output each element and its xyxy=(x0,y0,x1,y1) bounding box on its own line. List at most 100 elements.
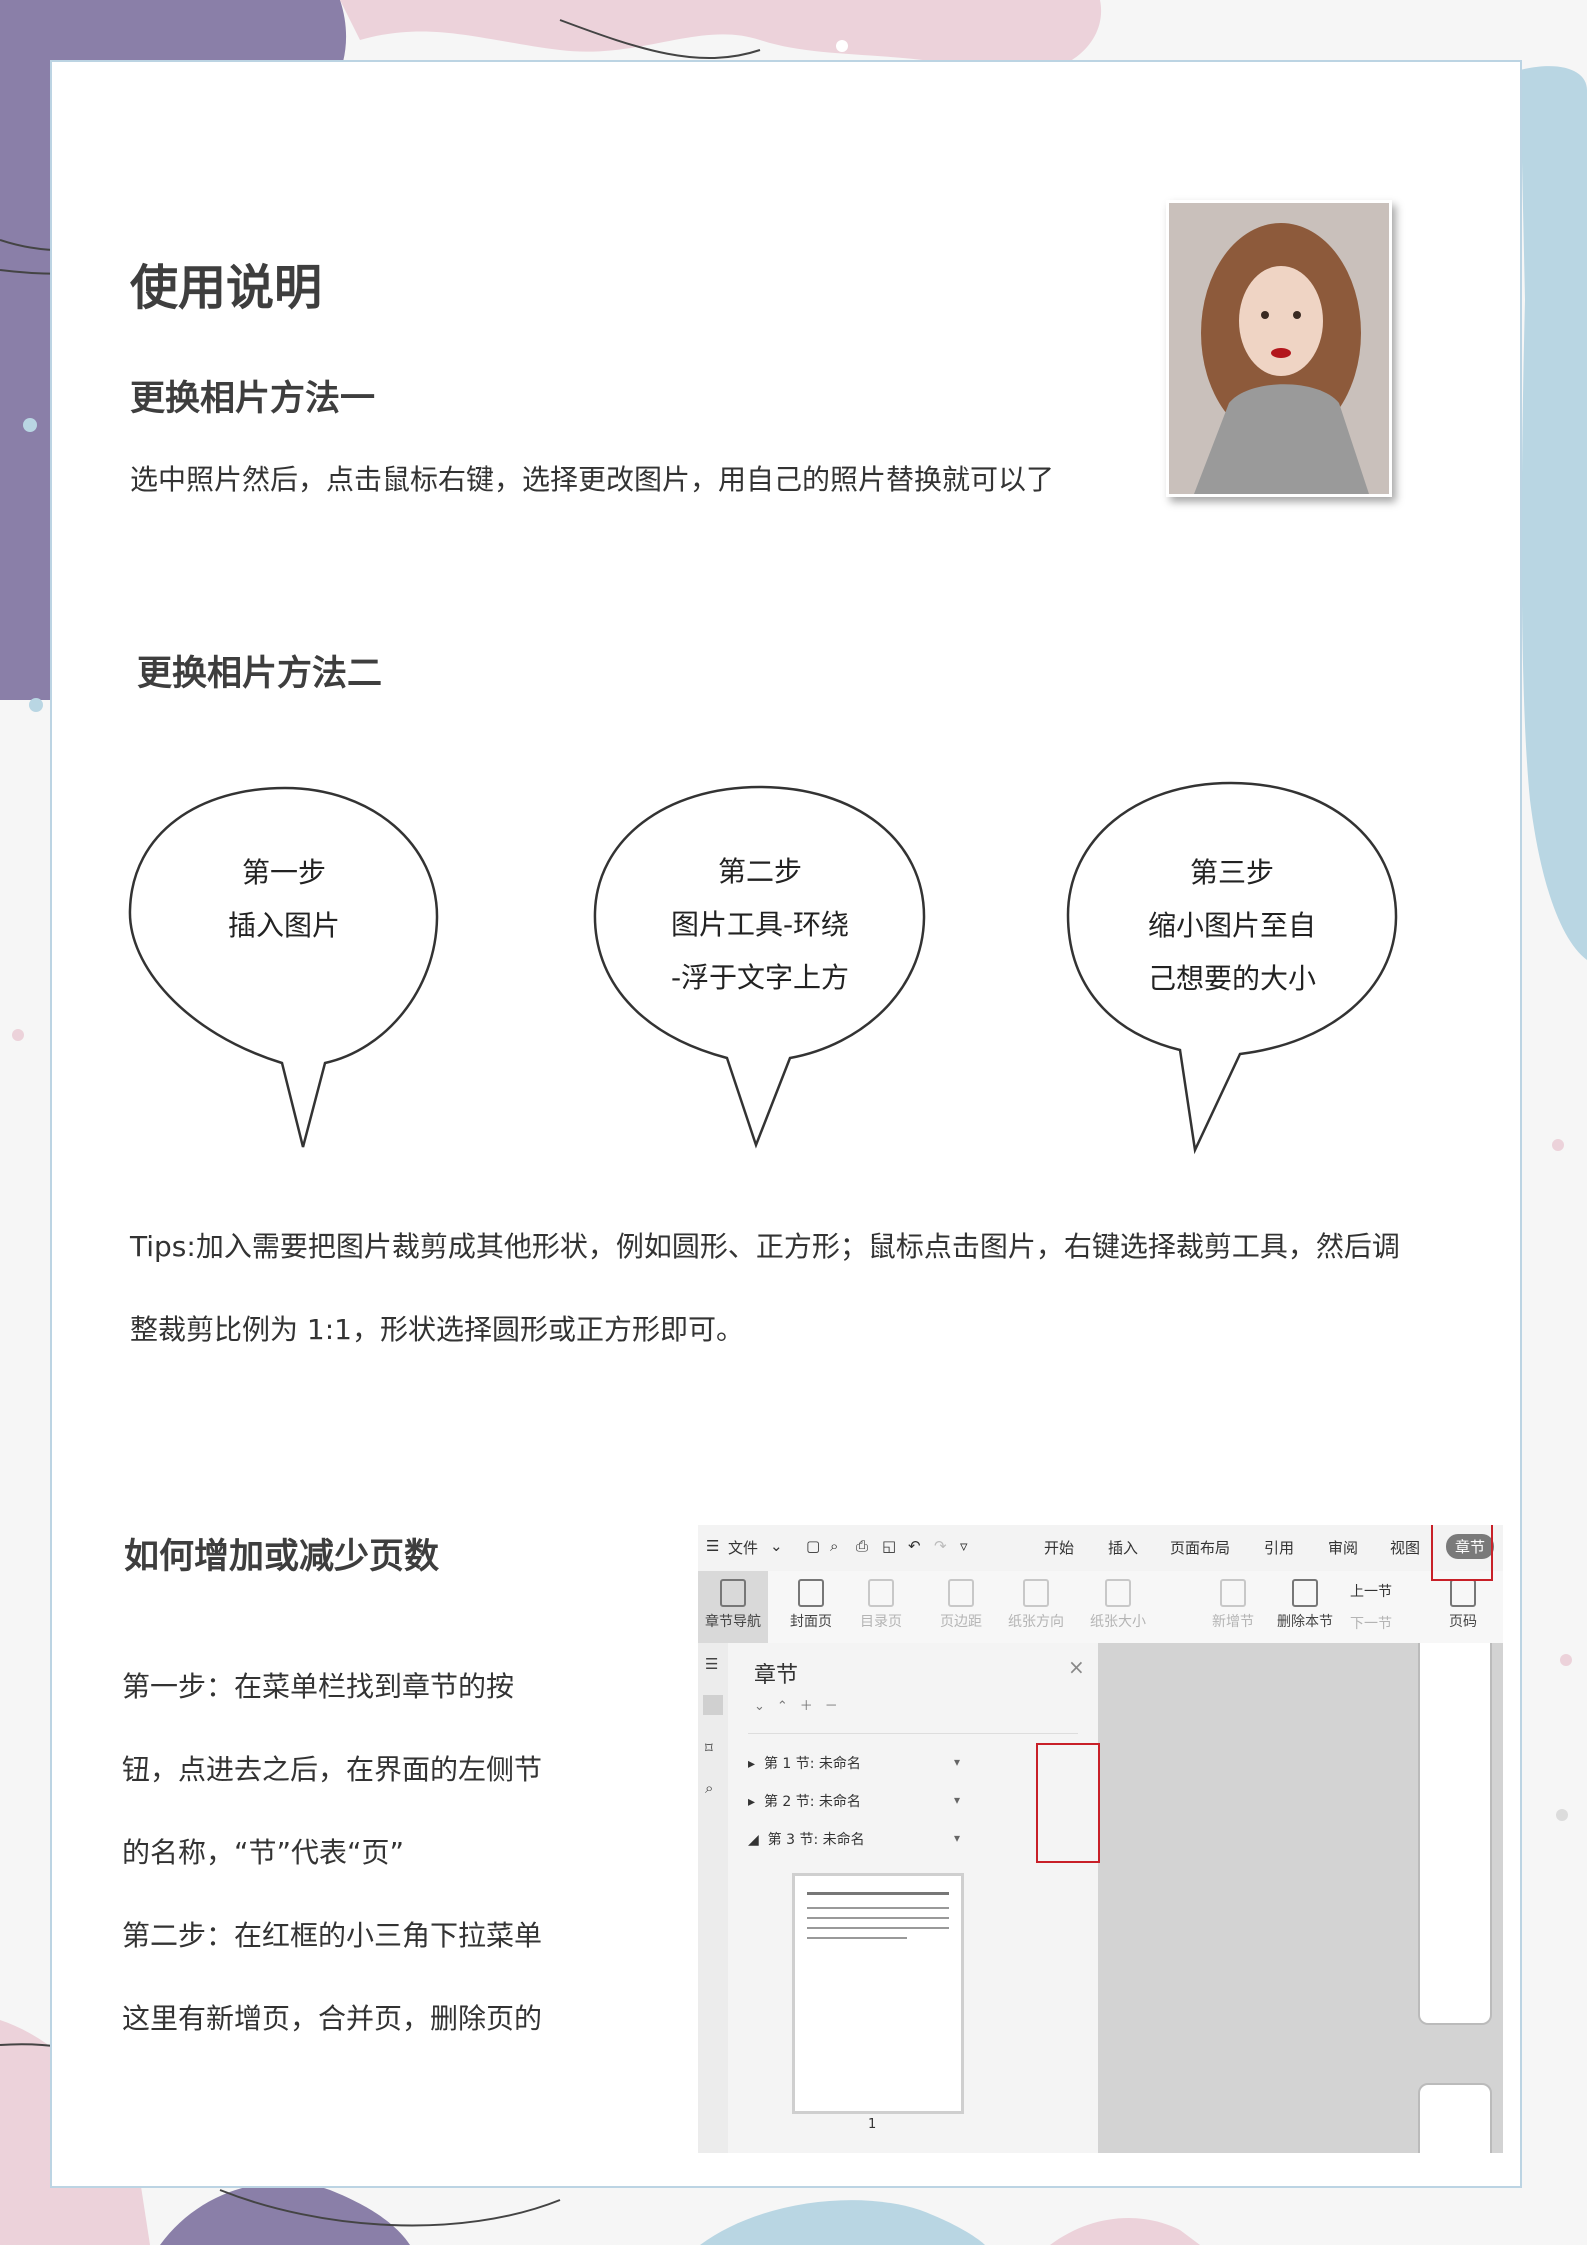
thumbnail-title-line xyxy=(807,1892,949,1895)
tab-review[interactable]: 审阅 xyxy=(1328,1537,1358,1558)
bubble-shape-1 xyxy=(128,786,439,1148)
toc-button[interactable]: 目录页 xyxy=(846,1571,916,1643)
step-line-5: 这里有新增页，合并页，删除页的 xyxy=(122,2002,543,2035)
new-section-button[interactable]: 新增节 xyxy=(1198,1571,1268,1643)
margin-button[interactable]: 页边距 xyxy=(926,1571,996,1643)
orientation-icon xyxy=(1023,1579,1049,1607)
bubble-2-line3: -浮于文字上方 xyxy=(670,961,850,994)
bubble-1-line1: 第一步 xyxy=(241,856,326,889)
tips-line-1: Tips:加入需要把图片裁剪成其他形状，例如圆形、正方形；鼠标点击图片，右键选择… xyxy=(130,1230,1400,1263)
cover-page-button[interactable]: 封面页 xyxy=(776,1571,846,1643)
bubble-3-text: 第三步 缩小图片至自 己想要的大小 xyxy=(1112,846,1352,1005)
section-1-dropdown-icon[interactable]: ▾ xyxy=(954,1755,960,1769)
print-icon[interactable]: ⎙ xyxy=(856,1537,868,1555)
bubble-1-line2: 插入图片 xyxy=(227,909,340,942)
bookmark-icon[interactable]: ⌑ xyxy=(705,1739,713,1757)
thumbnail-page-number: 1 xyxy=(868,2117,877,2132)
thumbnail-text-line xyxy=(807,1937,907,1939)
bubble-2-line2: 图片工具-环绕 xyxy=(670,908,850,941)
bubble-3-line2: 缩小图片至自 xyxy=(1147,909,1316,942)
orientation-button[interactable]: 纸张方向 xyxy=(996,1571,1076,1643)
new-section-label: 新增节 xyxy=(1212,1614,1254,1630)
menu-hamburger-icon[interactable]: ☰ xyxy=(706,1537,719,1555)
cover-page-icon xyxy=(798,1579,824,1607)
document-area[interactable] xyxy=(1098,1643,1503,2153)
chevron-down-icon[interactable]: ⌄ xyxy=(770,1537,783,1555)
chapter-panel: 章节 × ⌄⌃＋－ ▸ 第 1 节: 未命名 ▸ 第 2 节: 未命名 ◢ 第 … xyxy=(728,1643,1098,2153)
panel-title: 章节 xyxy=(754,1663,799,1688)
toc-label: 目录页 xyxy=(860,1614,902,1630)
section-3-dropdown-icon[interactable]: ▾ xyxy=(954,1831,960,1845)
section-1-label: 第 1 节: 未命名 xyxy=(763,1756,861,1772)
bubble-3-line1: 第三步 xyxy=(1189,856,1274,889)
bubble-2-line1: 第二步 xyxy=(717,855,802,888)
next-section-button[interactable]: 下一节 xyxy=(1350,1613,1392,1633)
chapter-tab-highlight xyxy=(1431,1525,1493,1581)
paper-size-button[interactable]: 纸张大小 xyxy=(1078,1571,1158,1643)
panel-toolbar-icons[interactable]: ⌄⌃＋－ xyxy=(754,1695,850,1714)
page-thumbnail[interactable] xyxy=(792,1873,964,2114)
panel-divider xyxy=(748,1733,1078,1734)
page-number-icon xyxy=(1450,1579,1476,1607)
tab-insert[interactable]: 插入 xyxy=(1108,1537,1138,1558)
paper-size-label: 纸张大小 xyxy=(1090,1614,1146,1630)
search-icon[interactable]: ⌕ xyxy=(705,1779,713,1797)
orientation-label: 纸张方向 xyxy=(1008,1614,1064,1630)
step-line-1: 第一步：在菜单栏找到章节的按 xyxy=(122,1670,515,1703)
page-preview xyxy=(1418,1643,1492,2025)
margin-icon xyxy=(948,1579,974,1607)
bubble-3-line3: 己想要的大小 xyxy=(1147,962,1316,995)
preview-icon[interactable]: ◱ xyxy=(882,1537,896,1555)
delete-section-label: 删除本节 xyxy=(1277,1614,1333,1630)
list-icon[interactable]: ☰ xyxy=(705,1655,718,1673)
thumbnail-text-line xyxy=(807,1917,949,1919)
menu-file[interactable]: 文件 xyxy=(728,1537,758,1558)
pages-heading: 如何增加或减少页数 xyxy=(124,1537,440,1577)
section-item-1[interactable]: ▸ 第 1 节: 未命名 xyxy=(748,1753,861,1773)
tips-paragraph: Tips:加入需要把图片裁剪成其他形状，例如圆形、正方形；鼠标点击图片，右键选择… xyxy=(130,1205,1430,1371)
section-nav-icon xyxy=(720,1579,746,1607)
bubble-1-text: 第一步 插入图片 xyxy=(174,846,394,952)
tab-page-layout[interactable]: 页面布局 xyxy=(1170,1537,1230,1558)
tips-line-2: 整裁剪比例为 1:1，形状选择圆形或正方形即可。 xyxy=(130,1313,744,1346)
steps-paragraph: 第一步：在菜单栏找到章节的按 钮，点进去之后，在界面的左侧节 的名称，“节”代表… xyxy=(122,1645,642,2060)
step-line-3: 的名称，“节”代表“页” xyxy=(122,1836,405,1869)
margin-label: 页边距 xyxy=(940,1614,982,1630)
page-number-label: 页码 xyxy=(1449,1614,1477,1630)
ribbon-toolbar: 章节导航 封面页 目录页 页边距 纸张方向 纸张大小 新增节 删除本节 上一节 … xyxy=(698,1571,1503,1644)
delete-section-button[interactable]: 删除本节 xyxy=(1270,1571,1340,1643)
close-icon[interactable]: × xyxy=(1068,1655,1085,1679)
page-preview-next xyxy=(1418,2083,1492,2153)
format-painter-icon[interactable]: ⌕ xyxy=(830,1537,838,1555)
thumbnail-text-line xyxy=(807,1927,949,1929)
section-2-label: 第 2 节: 未命名 xyxy=(763,1794,861,1810)
undo-icon[interactable]: ↶ xyxy=(908,1537,921,1555)
dropdown-highlight xyxy=(1036,1743,1100,1863)
redo-icon[interactable]: ↷ xyxy=(934,1537,947,1555)
tab-references[interactable]: 引用 xyxy=(1264,1537,1294,1558)
bubble-2-text: 第二步 图片工具-环绕 -浮于文字上方 xyxy=(640,845,880,1004)
tab-view[interactable]: 视图 xyxy=(1390,1537,1420,1558)
tab-start[interactable]: 开始 xyxy=(1044,1537,1074,1558)
section-2-dropdown-icon[interactable]: ▾ xyxy=(954,1793,960,1807)
wps-screenshot: ☰ 文件 ⌄ ▢ ⌕ ⎙ ◱ ↶ ↷ ▿ 开始 插入 页面布局 引用 审阅 视图… xyxy=(698,1525,1503,2153)
prev-section-button[interactable]: 上一节 xyxy=(1350,1581,1392,1601)
page-number-button[interactable]: 页码 xyxy=(1428,1571,1498,1643)
section-item-2[interactable]: ▸ 第 2 节: 未命名 xyxy=(748,1791,861,1811)
delete-section-icon xyxy=(1292,1579,1318,1607)
section-nav-label: 章节导航 xyxy=(705,1614,761,1630)
cover-page-label: 封面页 xyxy=(790,1614,832,1630)
section-nav-button[interactable]: 章节导航 xyxy=(698,1571,768,1643)
thumbnail-text-line xyxy=(807,1907,949,1909)
quick-access-icon[interactable]: ▿ xyxy=(960,1537,968,1555)
step-line-4: 第二步：在红框的小三角下拉菜单 xyxy=(122,1919,543,1952)
save-icon[interactable]: ▢ xyxy=(806,1537,820,1555)
left-sidebar: ☰ ⌑ ⌕ xyxy=(698,1643,729,2153)
section-item-3[interactable]: ◢ 第 3 节: 未命名 xyxy=(748,1829,865,1849)
paper-size-icon xyxy=(1105,1579,1131,1607)
chapter-nav-icon[interactable] xyxy=(703,1695,723,1715)
speech-bubbles xyxy=(128,781,1398,1155)
section-3-label: 第 3 节: 未命名 xyxy=(767,1832,865,1848)
menu-bar: ☰ 文件 ⌄ ▢ ⌕ ⎙ ◱ ↶ ↷ ▿ 开始 插入 页面布局 引用 审阅 视图… xyxy=(698,1525,1503,1572)
toc-icon xyxy=(868,1579,894,1607)
